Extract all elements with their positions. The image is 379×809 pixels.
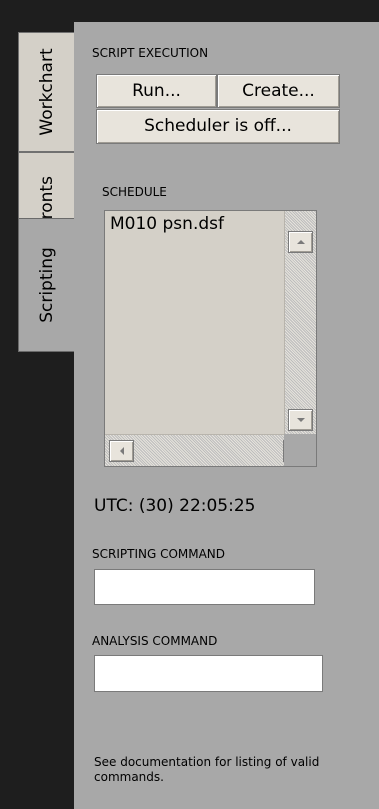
tab-workchart[interactable]: Workchart xyxy=(18,32,74,152)
scheduler-button[interactable]: Scheduler is off... xyxy=(96,109,340,144)
scrollbar-corner xyxy=(284,434,316,466)
script-execution-heading: SCRIPT EXECUTION xyxy=(92,46,209,60)
schedule-list-item[interactable]: M010 psn.dsf xyxy=(110,214,224,234)
vertical-tab-strip: Workchart Fronts Scripting xyxy=(18,22,75,809)
left-frame-bar xyxy=(0,0,18,809)
arrow-up-icon xyxy=(296,240,305,244)
help-text: See documentation for listing of valid c… xyxy=(94,755,320,784)
schedule-heading: SCHEDULE xyxy=(102,185,167,199)
scripting-command-input[interactable] xyxy=(94,569,315,605)
arrow-down-icon xyxy=(296,418,305,422)
analysis-command-heading: ANALYSIS COMMAND xyxy=(92,634,218,648)
tab-workchart-label: Workchart xyxy=(36,48,57,136)
arrow-left-icon xyxy=(119,447,124,455)
scroll-down-button[interactable] xyxy=(288,409,313,431)
tab-scripting-label: Scripting xyxy=(37,247,57,323)
vertical-scrollbar[interactable] xyxy=(284,211,316,434)
scripting-panel: SCRIPT EXECUTION Run... Create... Schedu… xyxy=(74,22,379,809)
create-button[interactable]: Create... xyxy=(217,74,340,108)
tab-scripting[interactable]: Scripting xyxy=(18,218,75,352)
top-frame-bar xyxy=(0,0,379,22)
run-button[interactable]: Run... xyxy=(96,74,217,108)
analysis-command-input[interactable] xyxy=(94,655,323,692)
utc-clock: UTC: (30) 22:05:25 xyxy=(94,496,256,516)
scripting-command-heading: SCRIPTING COMMAND xyxy=(92,547,226,561)
scroll-left-button[interactable] xyxy=(109,440,134,462)
scroll-up-button[interactable] xyxy=(288,231,313,253)
schedule-listbox[interactable]: M010 psn.dsf xyxy=(104,210,317,467)
